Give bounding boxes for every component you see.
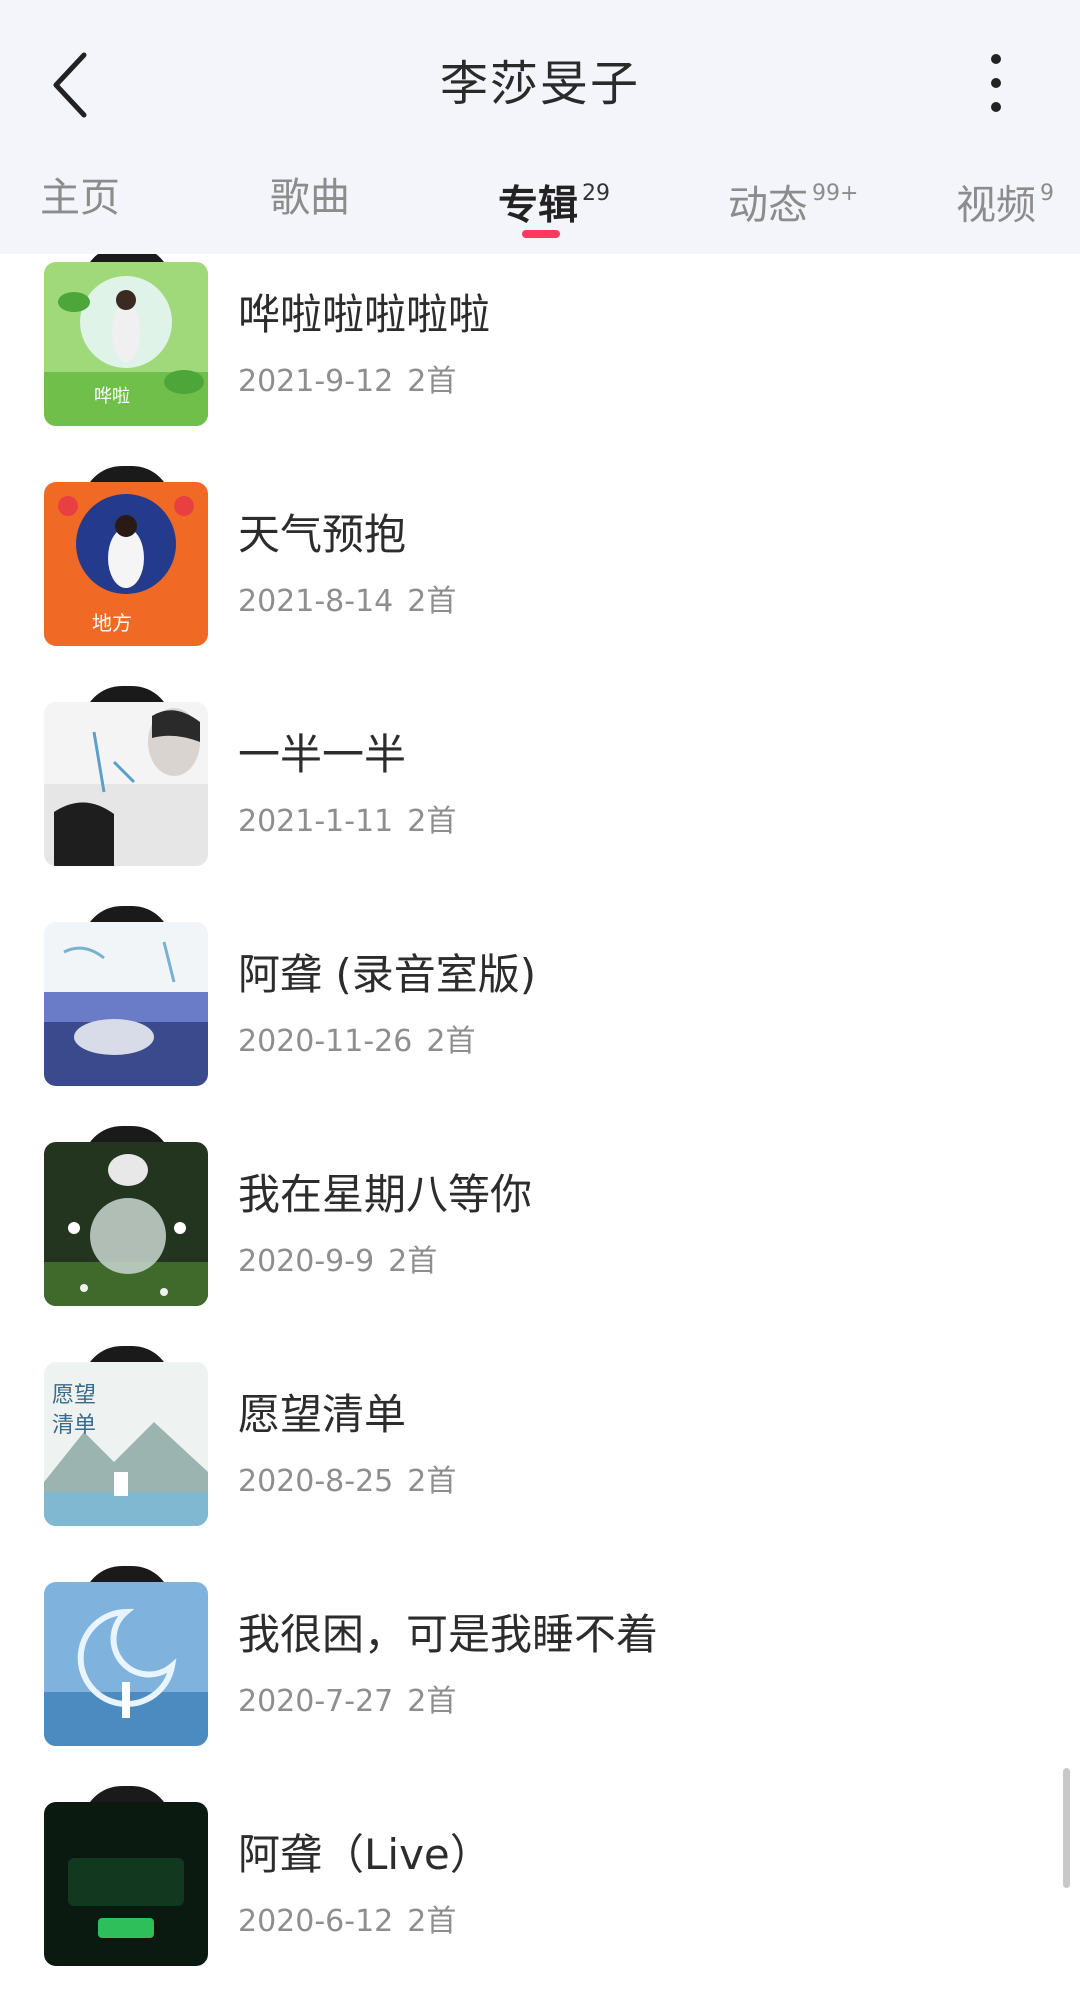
album-cover-art xyxy=(44,1582,208,1746)
tab-badge: 99+ xyxy=(812,181,859,206)
album-meta: 2020-11-26 2首 xyxy=(238,1020,475,1064)
album-cover[interactable] xyxy=(44,686,208,892)
svg-text:清单: 清单 xyxy=(52,1413,96,1438)
album-meta: 2020-9-9 2首 xyxy=(238,1240,437,1284)
tab-label: 歌曲 xyxy=(270,175,350,221)
more-button[interactable] xyxy=(966,45,1026,125)
tab-badge: 9 xyxy=(1040,181,1054,206)
album-cover-art xyxy=(44,922,208,1086)
page-title: 李莎旻子 xyxy=(439,56,640,112)
album-date: 2021-8-14 xyxy=(238,584,394,619)
album-title: 一半一半 xyxy=(238,730,407,779)
album-track-count: 2首 xyxy=(407,804,457,839)
tab-label: 专辑 xyxy=(498,182,578,229)
album-date: 2020-8-25 xyxy=(238,1464,394,1499)
tab-home[interactable]: 主页 xyxy=(40,170,120,226)
active-tab-indicator xyxy=(522,230,560,238)
album-item[interactable]: 我在星期八等你 2020-9-9 2首 xyxy=(0,1126,1080,1342)
album-list: 哗啦 哗啦啦啦啦啦 2021-9-12 2首 地方 天气预抱 2021-8-14 2… xyxy=(0,0,1080,1966)
album-cover[interactable] xyxy=(44,1566,208,1772)
album-item[interactable]: 我很困，可是我睡不着 2020-7-27 2首 xyxy=(0,1566,1080,1782)
album-cover-art: 愿望 清单 xyxy=(44,1362,208,1526)
album-track-count: 2首 xyxy=(407,1904,457,1939)
album-cover-art: 地方 xyxy=(44,482,208,646)
tab-label: 主页 xyxy=(40,175,120,221)
album-meta: 2021-1-11 2首 xyxy=(238,800,456,844)
album-title: 我在星期八等你 xyxy=(238,1170,533,1219)
album-item[interactable]: 哗啦 哗啦啦啦啦啦 2021-9-12 2首 xyxy=(0,246,1080,462)
vertical-dots-icon xyxy=(991,54,1001,112)
album-meta: 2021-8-14 2首 xyxy=(238,580,456,624)
album-cover-art xyxy=(44,1802,208,1966)
album-date: 2020-11-26 xyxy=(238,1024,413,1059)
svg-text:哗啦: 哗啦 xyxy=(94,386,130,407)
album-cover-art xyxy=(44,1142,208,1306)
album-date: 2020-6-12 xyxy=(238,1904,394,1939)
album-track-count: 2首 xyxy=(407,584,457,619)
svg-text:愿望: 愿望 xyxy=(52,1383,96,1408)
tab-albums[interactable]: 专辑 29 xyxy=(498,170,610,229)
tab-dynamics[interactable]: 动态 99+ xyxy=(728,170,859,229)
album-date: 2020-9-9 xyxy=(238,1244,375,1279)
tab-videos[interactable]: 视频 9 xyxy=(956,170,1054,229)
album-item[interactable]: 阿聋（Live） 2020-6-12 2首 xyxy=(0,1786,1080,2002)
album-date: 2020-7-27 xyxy=(238,1684,394,1719)
album-track-count: 2首 xyxy=(426,1024,476,1059)
tab-label: 动态 xyxy=(728,182,808,229)
album-cover[interactable] xyxy=(44,906,208,1112)
album-title: 愿望清单 xyxy=(238,1390,407,1439)
album-cover[interactable] xyxy=(44,1786,208,1992)
tab-label: 视频 xyxy=(956,182,1036,229)
album-title: 我很困，可是我睡不着 xyxy=(238,1610,659,1659)
album-cover[interactable]: 地方 xyxy=(44,466,208,672)
album-cover-art xyxy=(44,702,208,866)
album-cover[interactable]: 愿望 清单 xyxy=(44,1346,208,1552)
top-bar: 李莎旻子 主页 歌曲 专辑 29 动态 99+ 视频 9 xyxy=(0,0,1080,254)
album-title: 哗啦啦啦啦啦 xyxy=(238,290,491,339)
tab-songs[interactable]: 歌曲 xyxy=(270,170,350,226)
album-title: 阿聋 (录音室版) xyxy=(238,950,537,999)
scrollbar[interactable] xyxy=(1063,1768,1070,1888)
album-meta: 2020-6-12 2首 xyxy=(238,1900,456,1944)
album-track-count: 2首 xyxy=(407,1684,457,1719)
album-track-count: 2首 xyxy=(388,1244,438,1279)
album-date: 2021-9-12 xyxy=(238,364,394,399)
album-track-count: 2首 xyxy=(407,1464,457,1499)
album-cover[interactable]: 哗啦 xyxy=(44,246,208,452)
tab-badge: 29 xyxy=(582,181,610,206)
album-cover-art: 哗啦 xyxy=(44,262,208,426)
album-item[interactable]: 一半一半 2021-1-11 2首 xyxy=(0,686,1080,902)
album-date: 2021-1-11 xyxy=(238,804,394,839)
album-item[interactable]: 阿聋 (录音室版) 2020-11-26 2首 xyxy=(0,906,1080,1122)
album-item[interactable]: 地方 天气预抱 2021-8-14 2首 xyxy=(0,466,1080,682)
album-cover[interactable] xyxy=(44,1126,208,1332)
album-meta: 2020-8-25 2首 xyxy=(238,1460,456,1504)
album-title: 天气预抱 xyxy=(238,510,407,559)
svg-text:地方: 地方 xyxy=(92,611,132,635)
album-meta: 2021-9-12 2首 xyxy=(238,360,456,404)
album-title: 阿聋（Live） xyxy=(238,1830,492,1879)
album-meta: 2020-7-27 2首 xyxy=(238,1680,456,1724)
album-item[interactable]: 愿望 清单 愿望清单 2020-8-25 2首 xyxy=(0,1346,1080,1562)
album-track-count: 2首 xyxy=(407,364,457,399)
